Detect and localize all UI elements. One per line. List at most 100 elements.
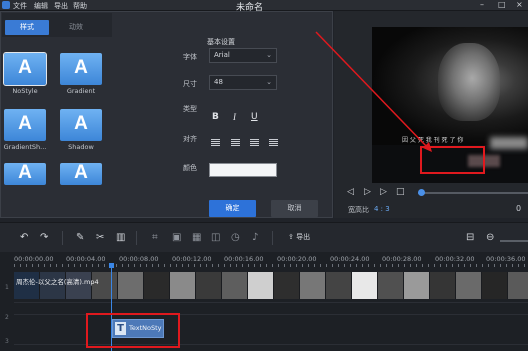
ruler-label: 00:00:32.00: [435, 255, 475, 263]
clip-thumbnail: [352, 272, 378, 299]
zoom-slider[interactable]: [500, 240, 528, 242]
style-glyph: A: [74, 57, 88, 78]
align-right-icon[interactable]: [250, 139, 259, 146]
export-icon: ⇪: [288, 233, 297, 241]
clip-thumbnail: [430, 272, 456, 299]
clip-thumbnail: [404, 272, 430, 299]
menu-edit[interactable]: 编辑: [34, 1, 48, 11]
menu-export[interactable]: 导出: [54, 1, 68, 11]
pen-icon[interactable]: ✎: [76, 232, 84, 243]
minimize-icon[interactable]: –: [480, 0, 484, 9]
toolbar-divider: [136, 231, 137, 245]
style-label-shadow: Shadow: [68, 143, 94, 151]
mic-icon[interactable]: ♪: [252, 232, 258, 243]
redo-icon[interactable]: ↷: [40, 232, 48, 243]
track-number: 3: [5, 338, 9, 345]
toolbar-divider: [272, 231, 273, 245]
clip-thumbnail: [118, 272, 144, 299]
aspect-ratio-value[interactable]: 4 : 3: [374, 205, 390, 213]
clip-thumbnail: [144, 272, 170, 299]
align-left-icon[interactable]: [211, 139, 220, 146]
style-glyph: A: [74, 113, 88, 134]
edit-toolbar: ↶ ↷ ✎ ✂ ▥ ⌗ ▣ ▦ ◫ ◷ ♪ ⇪ 导出 ⊟ ⊖: [0, 222, 528, 252]
freeze-icon[interactable]: ▣: [172, 232, 181, 243]
ruler-label: 00:00:00.00: [14, 255, 54, 263]
type-label: 类型: [183, 105, 197, 113]
timeline-highlight-box: [86, 313, 180, 348]
video-subject: [438, 43, 500, 121]
ruler-label: 00:00:20.00: [277, 255, 317, 263]
panel-tabbar: 样式 动效: [2, 13, 112, 37]
ruler-label: 00:00:36.00: [486, 255, 526, 263]
zoom-out-icon[interactable]: ⊖: [486, 232, 494, 243]
style-label-gradient: Gradient: [66, 87, 96, 95]
ruler-label: 00:00:12.00: [172, 255, 212, 263]
chevron-down-icon: ⌄: [266, 78, 272, 86]
video-clip[interactable]: 周杰伦-以父之名(高清).mp4: [14, 272, 528, 299]
clip-thumbnail: [170, 272, 196, 299]
clip-thumbnail: [274, 272, 300, 299]
size-select[interactable]: 48 ⌄: [209, 75, 277, 90]
align-center-icon[interactable]: [231, 139, 240, 146]
camera-icon[interactable]: ◫: [211, 232, 220, 243]
prev-frame-icon[interactable]: ◁: [347, 187, 354, 197]
style-glyph: A: [18, 162, 32, 183]
menu-file[interactable]: 文件: [13, 1, 27, 11]
track-divider: [14, 302, 528, 303]
timeline: 00:00:00.00 00:00:04.00 00:00:08.00 00:0…: [0, 252, 528, 351]
stop-icon[interactable]: □: [396, 187, 405, 197]
undo-icon[interactable]: ↶: [20, 232, 28, 243]
bold-button[interactable]: B: [212, 112, 219, 122]
font-select[interactable]: Arial ⌄: [209, 48, 277, 63]
style-tile-6[interactable]: A: [60, 162, 102, 185]
seek-bar[interactable]: [418, 192, 528, 194]
align-label: 对齐: [183, 135, 197, 143]
style-tile-gradient-shadow[interactable]: A: [4, 109, 46, 141]
color-picker[interactable]: [209, 163, 277, 177]
export-button[interactable]: ⇪ 导出: [288, 232, 310, 242]
tab-animation[interactable]: 动效: [54, 20, 98, 35]
video-caption: 因 父 死 我 刊 死 了 你: [402, 137, 464, 144]
style-tile-nostyle[interactable]: A: [3, 52, 47, 86]
mosaic-icon[interactable]: ▦: [192, 232, 201, 243]
italic-button[interactable]: I: [233, 112, 236, 122]
export-label: 导出: [296, 233, 311, 241]
aspect-ratio-label: 宽高比: [348, 206, 369, 214]
ruler-label: 00:00:04.00: [66, 255, 106, 263]
clip-thumbnail: [378, 272, 404, 299]
close-icon[interactable]: ×: [516, 0, 523, 9]
fit-icon[interactable]: ⊟: [466, 232, 474, 243]
style-tile-shadow[interactable]: A: [60, 109, 102, 141]
menu-help[interactable]: 帮助: [73, 1, 87, 11]
clip-thumbnail: [456, 272, 482, 299]
style-glyph: A: [18, 113, 32, 134]
align-justify-icon[interactable]: [269, 139, 278, 146]
font-value: Arial: [214, 51, 230, 59]
style-label-nostyle: NoStyle: [12, 87, 38, 95]
time-ruler[interactable]: [14, 264, 528, 267]
maximize-icon[interactable]: □: [498, 0, 506, 9]
tab-style[interactable]: 样式: [5, 20, 49, 35]
aspect-ratio-extra: 0: [516, 204, 522, 213]
clip-thumbnail: [300, 272, 326, 299]
clip-thumbnail: [248, 272, 274, 299]
clock-icon[interactable]: ◷: [231, 232, 240, 243]
crop-icon[interactable]: ⌗: [152, 232, 158, 243]
style-glyph: A: [74, 162, 88, 183]
style-tile-gradient[interactable]: A: [60, 53, 102, 85]
style-tile-5[interactable]: A: [4, 162, 46, 185]
seek-handle[interactable]: [418, 189, 425, 196]
next-frame-icon[interactable]: ▷: [380, 187, 387, 197]
clip-thumbnail: [196, 272, 222, 299]
underline-button[interactable]: U: [251, 112, 258, 122]
menubar: 文件 编辑 导出 帮助 未命名 – □ ×: [0, 0, 528, 13]
confirm-button[interactable]: 确定: [209, 200, 256, 217]
preview-panel: 因 父 死 我 刊 死 了 你 ◁ ▷ ▷ □ 宽高比 4 : 3 0: [334, 11, 528, 218]
ruler-label: 00:00:08.00: [119, 255, 159, 263]
cancel-button[interactable]: 取消: [271, 200, 318, 217]
scissors-icon[interactable]: ✂: [96, 232, 104, 243]
trash-icon[interactable]: ▥: [116, 232, 125, 243]
video-clip-label: 周杰伦-以父之名(高清).mp4: [16, 278, 99, 286]
ruler-label: 00:00:16.00: [224, 255, 264, 263]
play-icon[interactable]: ▷: [364, 187, 371, 197]
